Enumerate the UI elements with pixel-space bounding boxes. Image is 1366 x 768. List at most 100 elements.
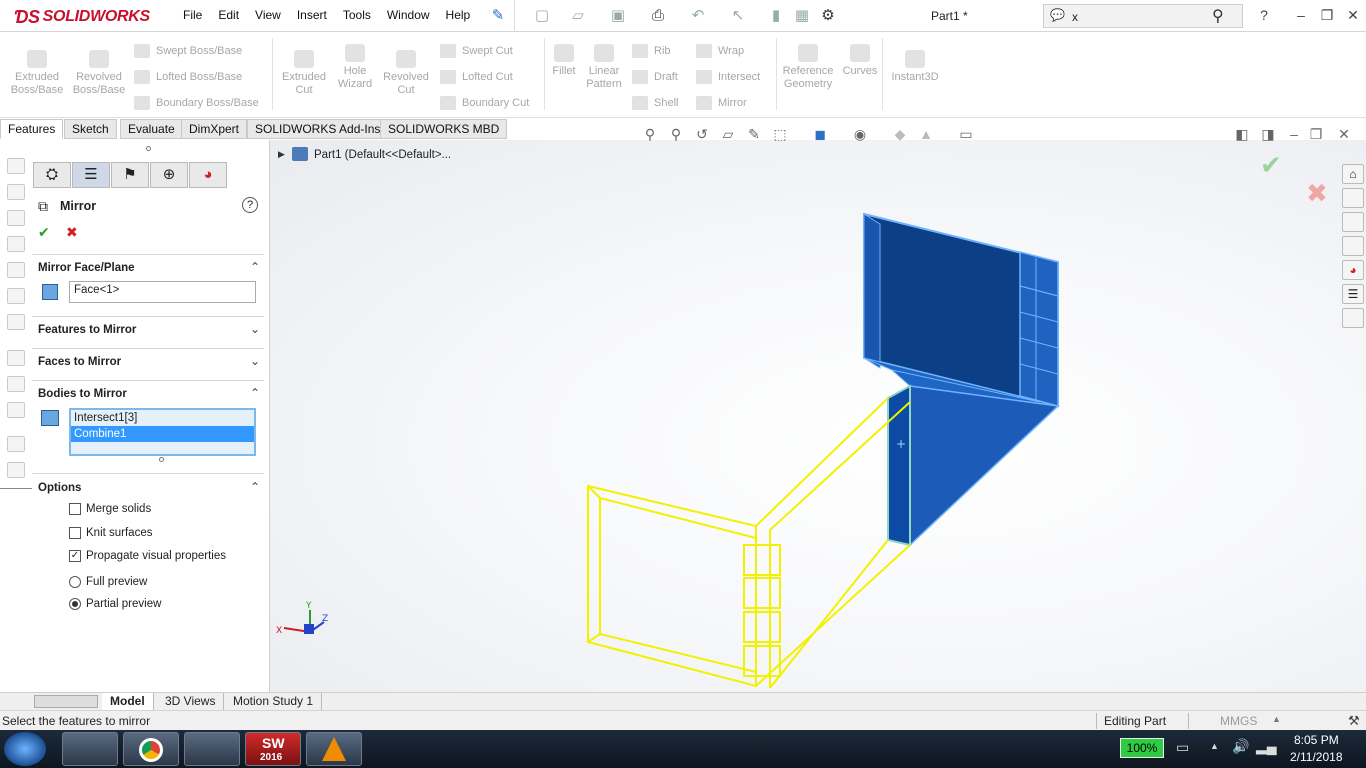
- unit-system[interactable]: MMGS: [1220, 714, 1257, 728]
- revolved-cut-button[interactable]: Revolved Cut: [378, 50, 434, 97]
- tab-3d-views[interactable]: 3D Views: [157, 693, 225, 710]
- revolve-icon[interactable]: [7, 184, 25, 200]
- view-palette-icon[interactable]: [1342, 236, 1364, 256]
- tab-dimxpert[interactable]: DimXpert: [181, 119, 248, 139]
- tab-evaluate[interactable]: Evaluate: [120, 119, 183, 139]
- options-gear-icon[interactable]: ⚙: [818, 6, 838, 26]
- tab-model[interactable]: Model: [102, 693, 154, 710]
- help-icon[interactable]: ?: [242, 197, 258, 213]
- knit-surfaces-option[interactable]: Knit surfaces: [69, 527, 152, 539]
- maps-app-icon[interactable]: [184, 732, 240, 766]
- knit-surfaces-checkbox[interactable]: [69, 527, 81, 539]
- chrome-app-icon[interactable]: [123, 732, 179, 766]
- merge-solids-checkbox[interactable]: [69, 503, 81, 515]
- lofted-boss-button[interactable]: Lofted Boss/Base: [134, 70, 242, 84]
- menu-help[interactable]: Help: [438, 8, 479, 22]
- tab-addins[interactable]: SOLIDWORKS Add-Ins: [247, 119, 389, 139]
- sweep-icon[interactable]: [7, 210, 25, 226]
- feature-manager-tab[interactable]: ⛭: [33, 162, 71, 188]
- solidworks-logo[interactable]: ƊS SOLIDWORKS: [14, 5, 150, 29]
- save-icon[interactable]: ▣: [608, 6, 628, 26]
- close-button[interactable]: ✕: [1342, 6, 1364, 24]
- propagate-checkbox[interactable]: ✓: [69, 550, 81, 562]
- list-item-selected[interactable]: Combine1: [71, 426, 254, 442]
- intersect-button[interactable]: Intersect: [696, 70, 760, 84]
- help-button[interactable]: ?: [1253, 6, 1275, 24]
- splitter-handle[interactable]: [146, 146, 151, 151]
- graphics-area[interactable]: ▶ Part1 (Default<<Default>... ⚲ ⚲ ↺ ▱ ✎ …: [270, 126, 1366, 692]
- menu-tools[interactable]: Tools: [335, 8, 379, 22]
- revolved-boss-button[interactable]: Revolved Boss/Base: [70, 50, 128, 97]
- restore-button[interactable]: ❐: [1316, 6, 1338, 24]
- cancel-x-icon[interactable]: ✖: [66, 224, 78, 241]
- tab-motion-study[interactable]: Motion Study 1: [225, 693, 323, 710]
- explorer-app-icon[interactable]: [62, 732, 118, 766]
- property-manager-tab[interactable]: ☰: [72, 162, 110, 188]
- lofted-cut-button[interactable]: Lofted Cut: [440, 70, 513, 84]
- vlc-app-icon[interactable]: [306, 732, 362, 766]
- shell-icon[interactable]: [7, 402, 25, 418]
- full-preview-radio[interactable]: [69, 576, 81, 588]
- mirror-face-plane-header[interactable]: Mirror Face/Plane ⌃: [38, 260, 264, 274]
- boundary-boss-button[interactable]: Boundary Boss/Base: [134, 96, 259, 110]
- mirror-face-field[interactable]: Face<1>: [69, 281, 256, 303]
- open-folder-icon[interactable]: ▱: [568, 6, 588, 26]
- undo-icon[interactable]: ↶: [688, 6, 708, 26]
- menu-insert[interactable]: Insert: [289, 8, 335, 22]
- pattern-icon[interactable]: [7, 376, 25, 392]
- tab-mbd[interactable]: SOLIDWORKS MBD: [380, 119, 508, 139]
- network-device-icon[interactable]: ▭: [1176, 739, 1189, 756]
- configuration-manager-tab[interactable]: ⚑: [111, 162, 149, 188]
- tab-features[interactable]: Features: [0, 119, 64, 139]
- extruded-cut-button[interactable]: Extruded Cut: [276, 50, 332, 97]
- reference-icon[interactable]: [7, 436, 25, 452]
- minimize-button[interactable]: –: [1290, 6, 1312, 24]
- instant3d-button[interactable]: Instant3D: [886, 50, 944, 84]
- customize-icon[interactable]: ⚒: [1348, 713, 1360, 729]
- options-header[interactable]: Options ⌃: [38, 480, 264, 494]
- solidworks-app-icon[interactable]: SW 2016: [245, 732, 301, 766]
- fillet-icon[interactable]: [7, 350, 25, 366]
- forum-icon[interactable]: [1342, 308, 1364, 328]
- mirror-button[interactable]: Mirror: [696, 96, 747, 110]
- partial-preview-option[interactable]: Partial preview: [69, 598, 161, 610]
- volume-icon[interactable]: 🔊: [1232, 738, 1249, 755]
- features-to-mirror-header[interactable]: Features to Mirror ⌄: [38, 322, 264, 336]
- fillet-button[interactable]: Fillet: [548, 44, 580, 78]
- propagate-option[interactable]: ✓ Propagate visual properties: [69, 550, 226, 562]
- menu-window[interactable]: Window: [379, 8, 438, 22]
- boundary-cut-button[interactable]: Boundary Cut: [440, 96, 529, 110]
- menu-edit[interactable]: Edit: [210, 8, 247, 22]
- ok-checkmark-icon[interactable]: ✔: [38, 224, 50, 241]
- caret-up-icon[interactable]: ▲: [1272, 714, 1281, 724]
- list-resize-handle[interactable]: [159, 457, 164, 462]
- file-explorer-icon[interactable]: [1342, 212, 1364, 232]
- extruded-boss-button[interactable]: Extruded Boss/Base: [8, 50, 66, 97]
- custom-properties-icon[interactable]: ☰: [1342, 284, 1364, 304]
- shell-button[interactable]: Shell: [632, 96, 678, 110]
- model-geometry[interactable]: + Y X Z: [270, 140, 1366, 692]
- tab-sketch[interactable]: Sketch: [64, 119, 117, 139]
- merge-solids-option[interactable]: Merge solids: [69, 503, 151, 515]
- home-icon[interactable]: ⌂: [1342, 164, 1364, 184]
- search-icon[interactable]: ⚲: [1212, 6, 1224, 26]
- cut-icon[interactable]: [7, 288, 25, 304]
- select-arrow-icon[interactable]: ↖: [728, 6, 748, 26]
- start-button[interactable]: [4, 732, 46, 766]
- tab-scroll-arrows-icon[interactable]: [34, 695, 98, 708]
- bodies-to-mirror-header[interactable]: Bodies to Mirror ⌃: [38, 386, 264, 400]
- hole-icon[interactable]: [7, 314, 25, 330]
- reference-geometry-button[interactable]: Reference Geometry: [778, 44, 838, 91]
- show-hidden-icons-icon[interactable]: ▲: [1210, 741, 1219, 751]
- appearances-icon[interactable]: ◕: [1342, 260, 1364, 280]
- print-icon[interactable]: ⎙: [648, 6, 668, 26]
- boundary-icon[interactable]: [7, 262, 25, 278]
- extrude-icon[interactable]: [7, 158, 25, 174]
- wrap-button[interactable]: Wrap: [696, 44, 744, 58]
- file-properties-icon[interactable]: ▦: [792, 6, 812, 26]
- partial-preview-radio[interactable]: [69, 598, 81, 610]
- clock-time[interactable]: 8:05 PM: [1294, 733, 1339, 747]
- linear-pattern-button[interactable]: Linear Pattern: [582, 44, 626, 91]
- faces-to-mirror-header[interactable]: Faces to Mirror ⌄: [38, 354, 264, 368]
- design-library-icon[interactable]: [1342, 188, 1364, 208]
